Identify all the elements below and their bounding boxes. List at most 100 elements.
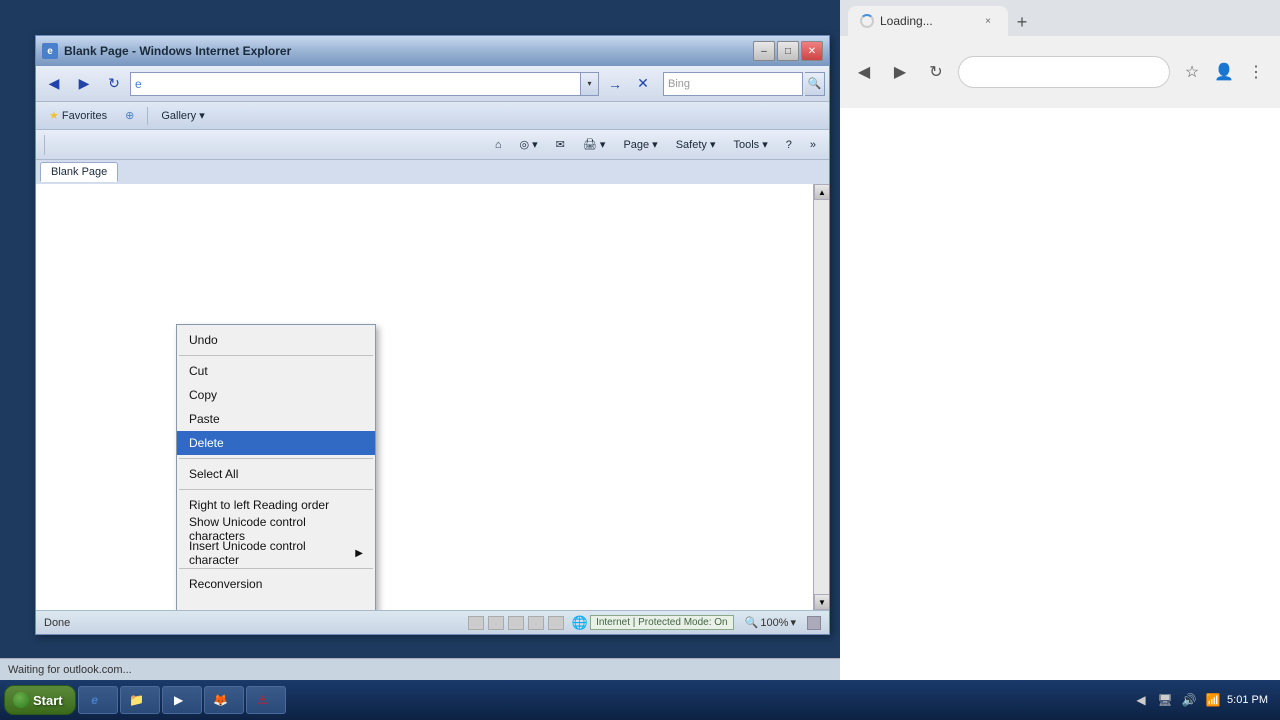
ie-tab-blank[interactable]: Blank Page xyxy=(40,162,118,182)
ie-home-button[interactable]: ⌂ xyxy=(488,133,509,157)
tray-network-icon[interactable]: 📶 xyxy=(1203,690,1223,710)
ie-toolbar2: ⌂ ◎ ▾ ✉ 🖨 ▾ Page ▾ Safety ▾ Tools ▾ ? » xyxy=(36,130,829,160)
ie-toolbar2-left xyxy=(42,135,47,155)
ie-minimize-button[interactable]: – xyxy=(753,41,775,61)
ie-page-button[interactable]: Page ▾ xyxy=(616,133,664,157)
ctx-show-unicode[interactable]: Show Unicode control characters xyxy=(177,517,375,541)
ctx-sep-1 xyxy=(179,458,373,459)
taskbar-media-item[interactable]: ▶ xyxy=(162,686,202,714)
chrome-content xyxy=(840,108,1280,720)
chrome-bookmark-button[interactable]: ☆ xyxy=(1178,58,1206,86)
ctx-select-all[interactable]: Select All xyxy=(177,462,375,486)
chrome-tab-close-button[interactable]: × xyxy=(980,13,996,29)
ctx-insert-unicode[interactable]: Insert Unicode control character ▶ xyxy=(177,541,375,565)
ctx-rtl[interactable]: Right to left Reading order xyxy=(177,493,375,517)
ie-zoom-dropdown: ▾ xyxy=(790,616,796,629)
ie-protected-label: Internet | Protected Mode: On xyxy=(590,615,734,630)
ie-forward-button[interactable]: ▶ xyxy=(70,70,98,98)
tray-clock: 5:01 PM xyxy=(1227,694,1268,706)
ie-status-icon-4 xyxy=(528,616,544,630)
ie-resize-grip[interactable] xyxy=(807,616,821,630)
ie-address-dropdown[interactable]: ▾ xyxy=(581,72,599,96)
ie-title: Blank Page - Windows Internet Explorer xyxy=(64,44,753,58)
ctx-copy[interactable]: Copy xyxy=(177,383,375,407)
start-button[interactable]: Start xyxy=(4,685,76,715)
taskbar-firefox-item[interactable]: 🦊 xyxy=(204,686,244,714)
tray-arrow-icon[interactable]: ◀ xyxy=(1131,690,1151,710)
chrome-tab-loading[interactable]: Loading... × xyxy=(848,6,1008,36)
ie-gallery-button[interactable]: Gallery ▾ xyxy=(154,105,211,127)
ctx-paste[interactable]: Paste xyxy=(177,407,375,431)
ctx-delete[interactable]: Delete xyxy=(177,431,375,455)
chrome-address-bar[interactable] xyxy=(958,56,1170,88)
ie-safety-button[interactable]: Safety ▾ xyxy=(669,133,723,157)
ie-stop-button[interactable]: ✕ xyxy=(629,70,657,98)
ie-status-center xyxy=(468,616,564,630)
ie-toolbar2-right: ⌂ ◎ ▾ ✉ 🖨 ▾ Page ▾ Safety ▾ Tools ▾ ? » xyxy=(488,133,823,157)
tray-monitor-icon[interactable]: 🖥 xyxy=(1155,690,1175,710)
context-menu: Undo Cut Copy Paste Delete Select All Ri… xyxy=(176,324,376,610)
ie-help-button[interactable]: ? xyxy=(779,133,799,157)
favbar-separator xyxy=(147,107,148,125)
ctx-cut[interactable]: Cut xyxy=(177,359,375,383)
ctx-undo[interactable]: Undo xyxy=(177,328,375,352)
ie-tools-button[interactable]: Tools ▾ xyxy=(726,133,774,157)
chrome-back-button[interactable]: ◀ xyxy=(850,58,878,86)
ie-close-button[interactable]: ✕ xyxy=(801,41,823,61)
ctx-undo-label: Undo xyxy=(189,333,218,347)
chrome-profile-button[interactable]: 👤 xyxy=(1210,58,1238,86)
ie-gallery-label: Gallery ▾ xyxy=(161,109,204,122)
ie-status-text: Done xyxy=(44,617,460,629)
tab-spinner-icon xyxy=(860,14,874,28)
chrome-tab-bar: Loading... × + xyxy=(840,0,1280,36)
ie-favorites-button[interactable]: ★ Favorites xyxy=(42,105,114,127)
chrome-menu-button[interactable]: ⋮ xyxy=(1242,58,1270,86)
ie-window: e Blank Page - Windows Internet Explorer… xyxy=(35,35,830,635)
ie-feeds-button[interactable]: ◎ ▾ xyxy=(512,133,544,157)
ie-status-right: 🌐 Internet | Protected Mode: On 🔍 100% ▾ xyxy=(572,613,821,632)
ie-refresh-button[interactable]: ↻ xyxy=(100,70,128,98)
ie-mail-button[interactable]: ✉ xyxy=(549,133,572,157)
ctx-select-all-label: Select All xyxy=(189,467,238,481)
start-orb-icon xyxy=(13,692,29,708)
taskbar-firefox-icon: 🦊 xyxy=(213,692,229,708)
chrome-refresh-button[interactable]: ↻ xyxy=(922,58,950,86)
ie-tools-label: Tools ▾ xyxy=(733,138,767,151)
chrome-new-tab-button[interactable]: + xyxy=(1008,8,1036,36)
ie-content[interactable]: ▲ ▼ Undo Cut Copy Paste Delete Select A xyxy=(36,184,829,610)
ie-zoom-button[interactable]: 🔍 100% ▾ xyxy=(740,613,801,632)
taskbar-folder-item[interactable]: 📁 xyxy=(120,686,160,714)
ie-page-label: Page ▾ xyxy=(623,138,657,151)
ctx-open-ime[interactable]: Reconversion xyxy=(177,572,375,596)
ie-scrollbar[interactable]: ▲ ▼ xyxy=(813,184,829,610)
ie-favorites-label: Favorites xyxy=(62,110,107,122)
taskbar-warning-icon: ⚠ xyxy=(255,692,271,708)
ie-restore-button[interactable]: □ xyxy=(777,41,799,61)
ctx-rtl-label: Right to left Reading order xyxy=(189,498,329,512)
taskbar-ie-item[interactable]: e xyxy=(78,686,118,714)
toolbar2-sep xyxy=(44,135,45,155)
ie-scroll-up[interactable]: ▲ xyxy=(814,184,829,200)
tray-sound-icon[interactable]: 🔊 xyxy=(1179,690,1199,710)
ie-status-icon-2 xyxy=(488,616,504,630)
ie-add-favorite-button[interactable]: ⊕ xyxy=(118,105,141,127)
ie-print-button[interactable]: 🖨 ▾ xyxy=(576,133,613,157)
taskbar-tray: ◀ 🖥 🔊 📶 5:01 PM xyxy=(1123,690,1276,710)
ie-address-bar[interactable]: e xyxy=(130,72,581,96)
ie-search-box[interactable]: Bing xyxy=(663,72,803,96)
ie-scroll-down[interactable]: ▼ xyxy=(814,594,829,610)
chrome-forward-button[interactable]: ▶ xyxy=(886,58,914,86)
ie-status-icon-3 xyxy=(508,616,524,630)
taskbar-warning-item[interactable]: ⚠ xyxy=(246,686,286,714)
ctx-sep-3 xyxy=(179,568,373,569)
taskbar: Start e 📁 ▶ 🦊 ⚠ ◀ 🖥 🔊 📶 5:01 PM xyxy=(0,680,1280,720)
ctx-copy-label: Copy xyxy=(189,388,217,402)
ie-go-button[interactable]: → xyxy=(601,70,629,98)
taskbar-ie-icon: e xyxy=(87,692,103,708)
ie-search-button[interactable]: 🔍 xyxy=(805,72,825,96)
bottom-status-bar: Waiting for outlook.com... xyxy=(0,658,840,680)
ie-tab-label: Blank Page xyxy=(51,166,107,178)
ctx-paste-label: Paste xyxy=(189,412,220,426)
ie-back-button[interactable]: ◀ xyxy=(40,70,68,98)
ie-expand-button[interactable]: » xyxy=(803,133,823,157)
